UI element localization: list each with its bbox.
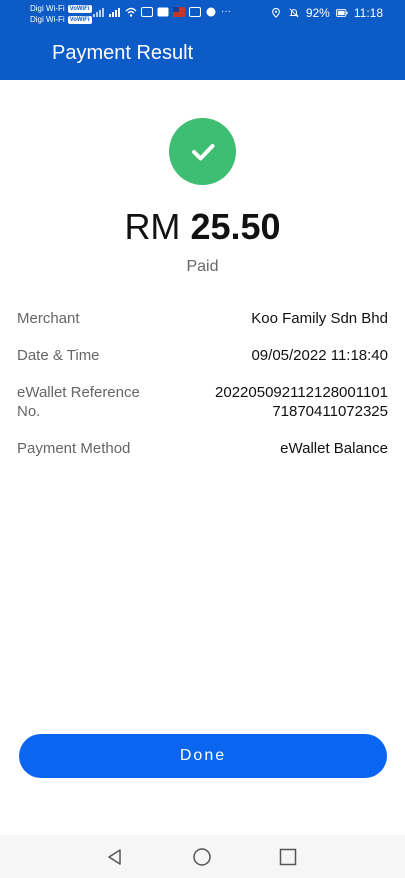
app-icon	[189, 6, 201, 17]
notification-icons: ···	[93, 6, 231, 17]
system-nav-bar	[0, 835, 405, 878]
messenger-icon	[206, 7, 216, 16]
page-title: Payment Result	[52, 42, 194, 64]
battery-percent: 92%	[305, 6, 330, 20]
detail-value: Koo Family Sdn Bhd	[251, 310, 388, 327]
detail-label: eWallet Reference No.	[17, 383, 140, 421]
detail-value: 09/05/2022 11:18:40	[251, 347, 388, 364]
payment-amount: RM 25.50	[0, 206, 405, 248]
currency: RM	[124, 206, 181, 247]
detail-label: Merchant	[17, 310, 80, 327]
mute-icon	[289, 8, 299, 18]
detail-label-line: No.	[17, 403, 41, 420]
detail-row-merchant: Merchant Koo Family Sdn Bhd	[17, 309, 388, 328]
detail-row-payment-method: Payment Method eWallet Balance	[17, 439, 388, 458]
check-icon	[191, 143, 214, 160]
detail-value: eWallet Balance	[280, 440, 388, 457]
back-triangle-icon[interactable]	[105, 847, 125, 867]
detail-value-line: 71870411072325	[272, 403, 388, 420]
vowifi-badge: VoWiFi	[67, 15, 92, 24]
status-right: 92% 11:18	[270, 6, 383, 20]
recent-square-icon[interactable]	[278, 847, 298, 867]
success-badge	[169, 118, 236, 185]
amount-value: 25.50	[190, 206, 281, 247]
detail-label-line: eWallet Reference	[17, 384, 140, 401]
location-icon	[271, 8, 280, 18]
carrier-2: Digi Wi-Fi	[30, 15, 65, 24]
payment-status: Paid	[186, 258, 219, 275]
detail-label: Date & Time	[17, 347, 100, 364]
more-notifications-icon: ···	[221, 6, 231, 17]
carrier-info: Digi Wi-Fi VoWiFi Digi Wi-Fi VoWiFi	[30, 3, 92, 25]
app-icon	[157, 7, 169, 16]
battery-icon	[335, 9, 348, 17]
detail-value-line: 202205092112128001101	[215, 384, 388, 401]
detail-row-datetime: Date & Time 09/05/2022 11:18:40	[17, 346, 388, 365]
signal-icon	[109, 7, 120, 17]
clock: 11:18	[353, 6, 383, 20]
detail-label: Payment Method	[17, 440, 131, 457]
done-button[interactable]: Done	[19, 734, 387, 778]
home-circle-icon[interactable]	[192, 847, 212, 867]
app-icon	[141, 6, 153, 17]
vowifi-badge: VoWiFi	[67, 4, 92, 13]
wifi-icon	[125, 7, 137, 17]
flag-icon	[173, 6, 185, 17]
app-header: Digi Wi-Fi VoWiFi Digi Wi-Fi VoWiFi ··· 92…	[0, 0, 405, 80]
detail-value: 202205092112128001101 71870411072325	[215, 383, 388, 421]
detail-row-reference: eWallet Reference No. 202205092112128001…	[17, 383, 388, 421]
carrier-1: Digi Wi-Fi	[30, 4, 65, 13]
signal-icon	[93, 7, 104, 17]
status-bar: Digi Wi-Fi VoWiFi Digi Wi-Fi VoWiFi ··· 92…	[0, 0, 405, 28]
